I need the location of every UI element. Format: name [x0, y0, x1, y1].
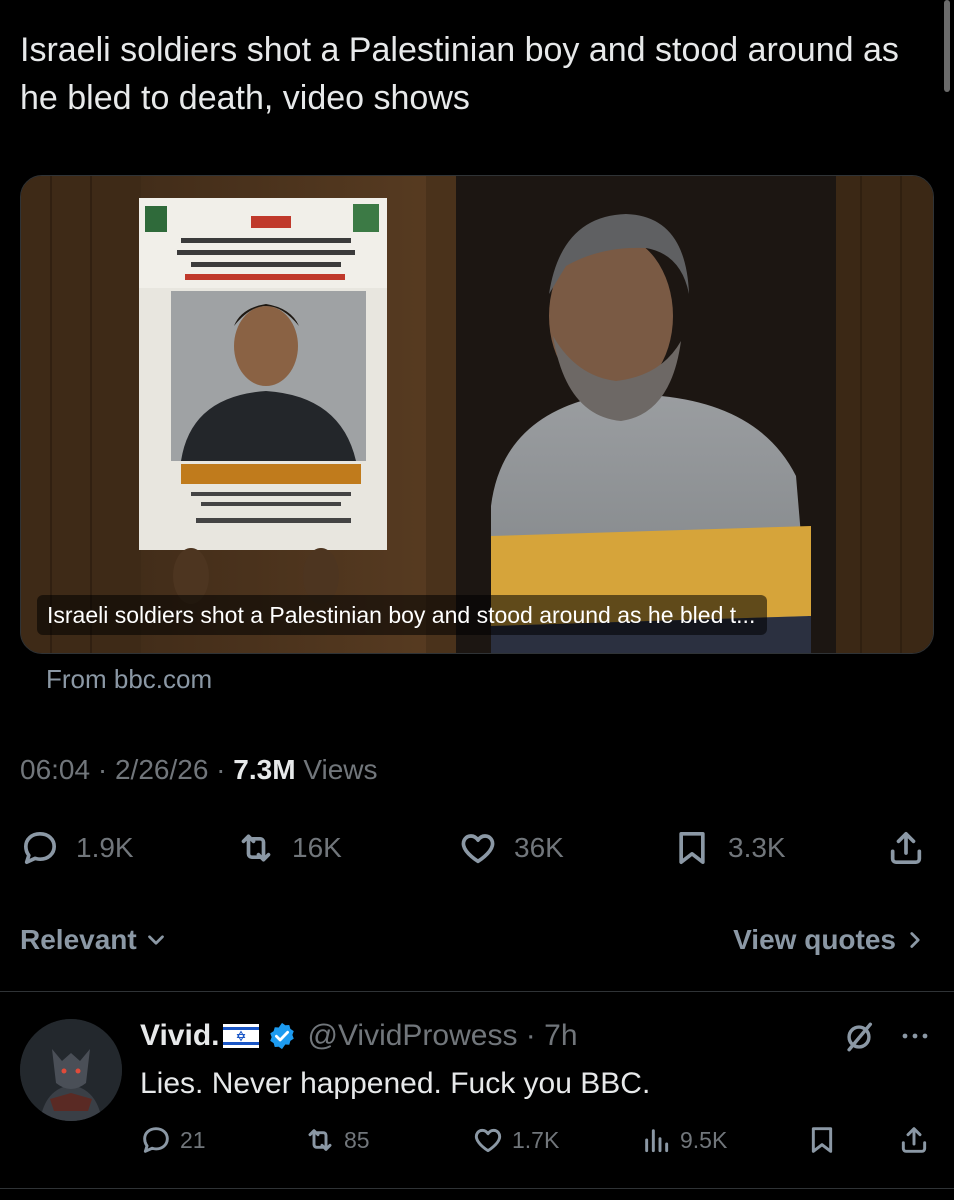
reply-icon [143, 1127, 169, 1153]
grok-icon[interactable] [842, 1020, 876, 1054]
reply-reply-count: 21 [180, 1126, 206, 1153]
views-count: 7.3M [233, 754, 296, 785]
tweet-text: Israeli soldiers shot a Palestinian boy … [20, 31, 899, 117]
card-caption: Israeli soldiers shot a Palestinian boy … [37, 595, 768, 635]
views-icon [645, 1129, 669, 1153]
repost-button[interactable]: 16K [236, 822, 342, 874]
link-source[interactable]: From bbc.com [46, 664, 212, 695]
reply-bookmark-button[interactable] [806, 1118, 838, 1162]
like-button[interactable]: 36K [458, 822, 564, 874]
reply-views-button[interactable]: 9.5K [640, 1118, 727, 1162]
reply-like-button[interactable]: 1.7K [472, 1118, 559, 1162]
meta-separator: · [216, 754, 226, 785]
share-icon [890, 832, 922, 864]
divider [0, 991, 954, 992]
like-count: 36K [514, 832, 564, 863]
reply-actions: 21 85 1.7K 9.5K [140, 1118, 934, 1162]
reply-separator: · [517, 1019, 545, 1052]
tweet-actions: 1.9K 16K 36K 3.3K [20, 822, 934, 874]
avatar[interactable] [20, 1019, 122, 1121]
replies-sort-row: Relevant View quotes [20, 918, 934, 962]
link-card[interactable]: Israeli soldiers shot a Palestinian boy … [20, 175, 934, 654]
reply-reply-button[interactable]: 21 [140, 1118, 206, 1162]
share-button[interactable] [886, 822, 926, 874]
like-icon [461, 834, 495, 864]
bookmark-count: 3.3K [728, 832, 786, 863]
tweet-date[interactable]: 2/26/26 [115, 754, 208, 785]
reply-button[interactable]: 1.9K [20, 822, 134, 874]
reply-repost-button[interactable]: 85 [304, 1118, 370, 1162]
verified-badge-icon [270, 1022, 295, 1050]
more-icon[interactable] [898, 1024, 932, 1048]
bookmark-icon [811, 1127, 833, 1153]
sort-dropdown[interactable]: Relevant [20, 918, 169, 962]
tweet-meta: 06:04 · 2/26/26 · 7.3M Views [20, 754, 378, 786]
like-icon [474, 1128, 502, 1153]
reply-handle[interactable]: @VividProwess [307, 1019, 517, 1053]
bookmark-icon [679, 832, 705, 864]
divider [0, 1188, 954, 1189]
meta-separator: · [97, 754, 108, 785]
reply-share-button[interactable] [898, 1118, 930, 1162]
chevron-right-icon [910, 932, 920, 948]
reply-count: 1.9K [76, 832, 134, 863]
scrollbar[interactable] [944, 0, 950, 92]
tweet-time[interactable]: 06:04 [20, 754, 90, 785]
israel-flag-icon [223, 1024, 260, 1048]
card-image [21, 176, 933, 653]
view-quotes-label: View quotes [733, 924, 896, 955]
reply-repost-count: 85 [344, 1126, 370, 1153]
bookmark-button[interactable]: 3.3K [672, 822, 786, 874]
reply-views-count: 9.5K [680, 1126, 728, 1153]
view-quotes-link[interactable]: View quotes [733, 918, 928, 962]
reply-text: Lies. Never happened. Fuck you BBC. [140, 1067, 651, 1100]
reply-like-count: 1.7K [512, 1126, 560, 1153]
reply-display-name[interactable]: Vivid. [140, 1019, 219, 1053]
repost-icon [308, 1129, 332, 1151]
chevron-down-icon [147, 935, 164, 945]
reply-header: Vivid. @VividProwess · 7h [140, 1016, 578, 1056]
reply-icon [24, 832, 57, 864]
views-label: Views [303, 754, 378, 785]
sort-label: Relevant [20, 924, 137, 955]
share-icon [901, 1127, 927, 1153]
repost-count: 16K [292, 832, 342, 863]
repost-icon [241, 834, 271, 862]
reply-time[interactable]: 7h [544, 1019, 577, 1053]
